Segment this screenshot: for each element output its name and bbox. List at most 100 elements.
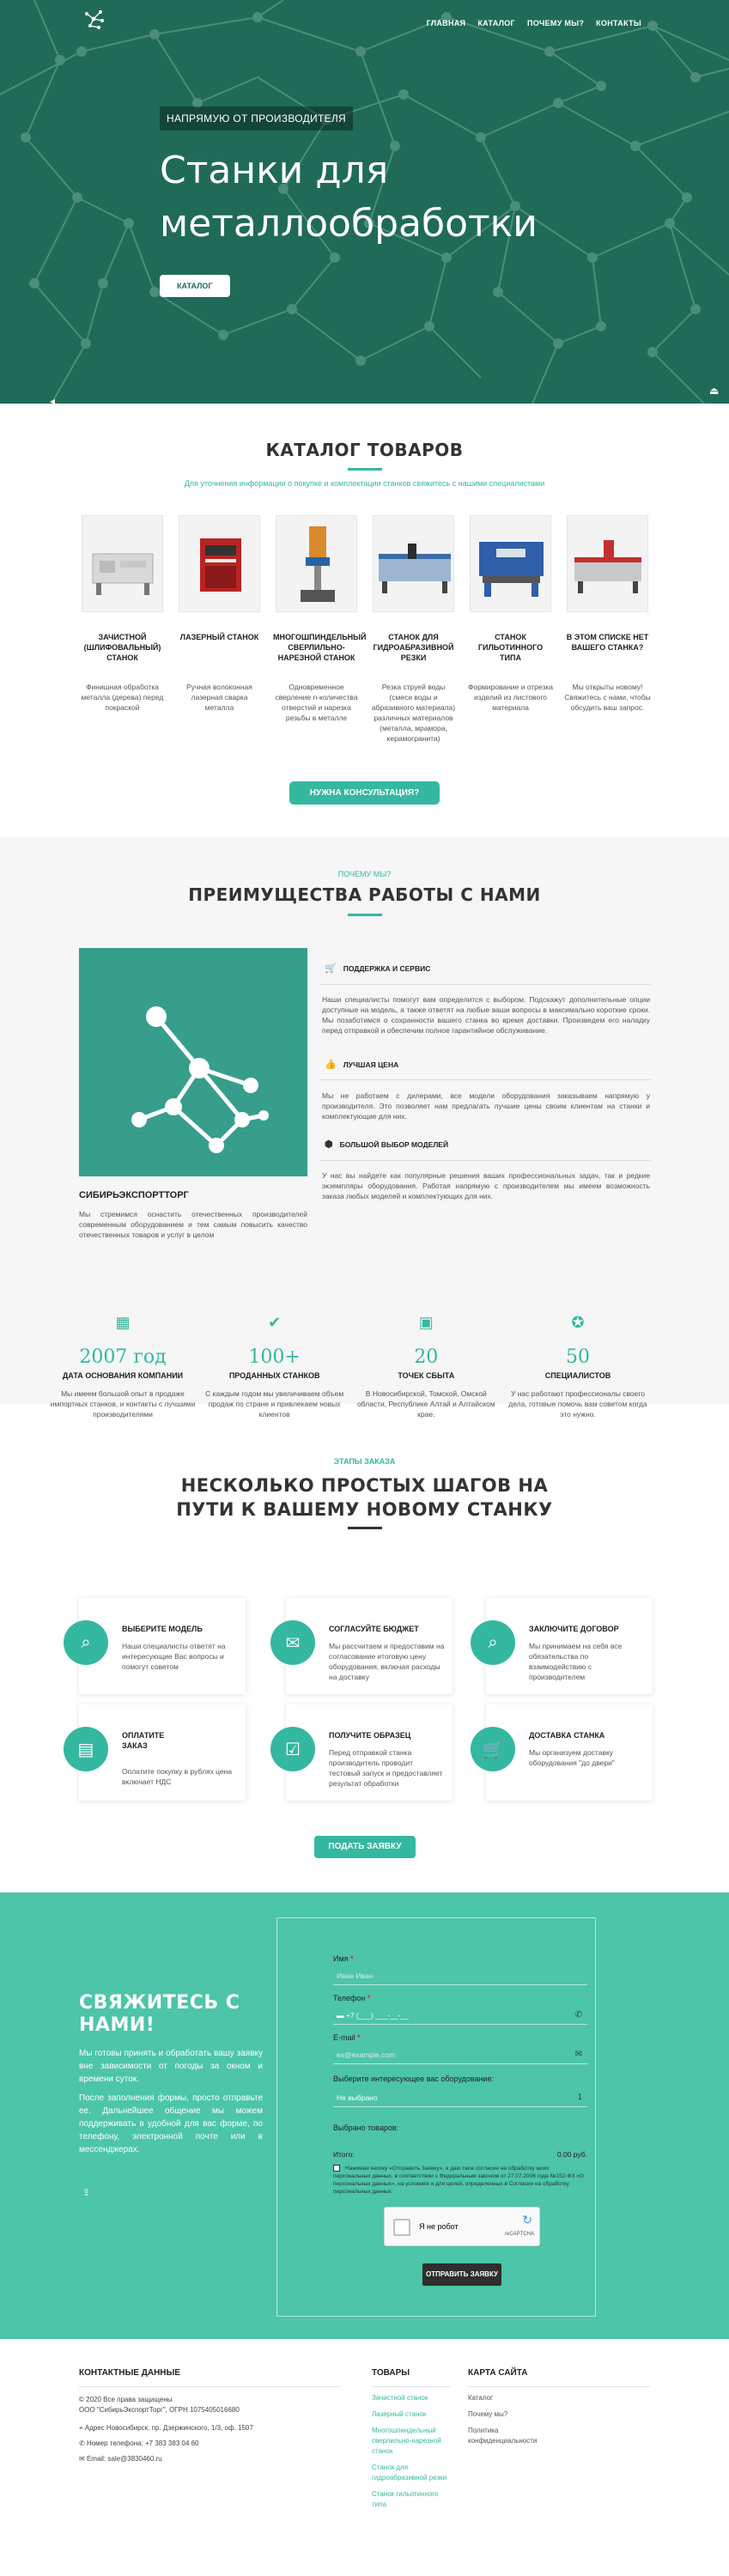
search-icon: ⌕: [64, 1620, 108, 1665]
advantage-text: У нас вы найдете как популярные решения …: [322, 1171, 650, 1200]
catalog-item[interactable]: Станок для гидроабразивной резки Резка с…: [370, 515, 457, 744]
money-icon: ▤: [64, 1727, 108, 1771]
divider: [319, 1160, 651, 1161]
chat-icon: ✉: [270, 1620, 315, 1665]
consent-checkbox[interactable]: [333, 2165, 340, 2172]
footer-sitemap-link[interactable]: Почему мы?: [468, 2409, 507, 2420]
contact-title-line1: СВЯЖИТЕСЬ С: [79, 1992, 240, 2014]
equip-qty[interactable]: 1: [577, 2093, 582, 2102]
name-input[interactable]: Иван Иван: [333, 1966, 587, 1985]
stat-number: 2007 год: [79, 1346, 167, 1368]
email-input[interactable]: ex@example.com ✉: [333, 2045, 587, 2064]
checkbox-icon: ☑: [270, 1727, 315, 1771]
step-title: СОГЛАСУЙТЕ БЮДЖЕТ: [329, 1625, 419, 1633]
product-name: Многошпиндельный сверлильно-нарезной ста…: [273, 633, 367, 662]
hero-section: ГЛАВНАЯ КАТАЛОГ ПОЧЕМУ МЫ? КОНТАКТЫ НАПР…: [0, 0, 729, 404]
stat-label: ТОЧЕК СБЫТА: [398, 1371, 455, 1380]
catalog-item[interactable]: Зачистной (шлифовальный) станок Финишная…: [79, 515, 166, 744]
russia-flag-icon[interactable]: ▬: [337, 2011, 344, 2020]
product-name: В этом списке нет вашего станка?: [566, 633, 649, 652]
advantages-title: ПРЕИМУЩЕСТВА РАБОТЫ С НАМИ: [188, 884, 541, 905]
recaptcha-icon: ↻: [522, 2213, 532, 2227]
advantage-text: Мы не работаем с дилерами, все модели об…: [322, 1091, 650, 1121]
footer-sitemap-link[interactable]: Политика конфиденциальности: [468, 2426, 541, 2446]
step-card: ☑ ПОЛУЧИТЕ ОБРАЗЕЦ Перед отправкой станк…: [270, 1704, 453, 1801]
catalog-item[interactable]: Лазерный станок Ручная волоконная лазерн…: [176, 515, 263, 744]
footer-phone-text[interactable]: Номер телефона: +7 383 383 04 60: [87, 2439, 199, 2447]
step-text: Мы принимаем на себя все обязательства п…: [529, 1642, 623, 1681]
recaptcha-checkbox[interactable]: [393, 2219, 410, 2236]
consult-button[interactable]: НУЖНА КОНСУЛЬТАЦИЯ?: [289, 781, 440, 805]
product-desc: Одновременное сверление n-количества отв…: [275, 683, 358, 722]
submit-button[interactable]: ОТПРАВИТЬ ЗАЯВКУ: [422, 2263, 501, 2286]
phone-input[interactable]: ▬ +7 (___) ___-__-__ ✆: [333, 2006, 587, 2025]
recaptcha-widget: Я не робот ↻ reCAPTCHA: [384, 2207, 540, 2246]
divider: [319, 984, 651, 985]
step-title: ЗАКЛЮЧИТЕ ДОГОВОР: [529, 1625, 619, 1633]
footer-products-title: ТОВАРЫ: [372, 2368, 410, 2378]
footer-product-link[interactable]: Зачистной станок: [372, 2393, 453, 2403]
footer-sitemap-title: КАРТА САЙТА: [468, 2368, 528, 2378]
catalog-item[interactable]: Станок гильотинного типа Формирование и …: [467, 515, 554, 744]
award-icon: ✪: [571, 1314, 585, 1331]
product-desc: Резка струей воды (смеси воды и абразивн…: [371, 683, 456, 743]
apply-button[interactable]: ПОДАТЬ ЗАЯВКУ: [314, 1836, 416, 1858]
step-text: Наши специалисты ответят на интересующие…: [122, 1642, 226, 1671]
hero-title-line2: металлообработки: [160, 202, 538, 246]
equip-select[interactable]: Не выбрано 1: [333, 2088, 587, 2107]
advantage-title: 👍 ЛУЧШАЯ ЦЕНА: [325, 1059, 398, 1070]
step-text: Мы рассчитаем и предоставим на согласова…: [329, 1642, 445, 1681]
footer-product-link[interactable]: Станок гильотинного типа: [372, 2489, 453, 2510]
total-row: Итого: 0.00 руб.: [333, 2150, 587, 2159]
molecule-icon: [131, 1006, 269, 1153]
product-image-drill[interactable]: [276, 515, 357, 612]
footer-email-text[interactable]: Email: sale@3830460.ru: [87, 2455, 162, 2463]
catalog-item[interactable]: Многошпиндельный сверлильно-нарезной ста…: [273, 515, 367, 744]
scroll-left-icon[interactable]: ◂: [50, 395, 55, 404]
product-image-waterjet[interactable]: [373, 515, 454, 612]
catalog-button[interactable]: КАТАЛОГ: [160, 275, 230, 297]
share-icon[interactable]: ⇪: [82, 2187, 90, 2198]
catalog-item[interactable]: В этом списке нет вашего станка? Мы откр…: [564, 515, 651, 744]
email-label-text: E-mail: [333, 2033, 355, 2042]
phone-icon: ✆: [79, 2439, 85, 2447]
footer-product-link[interactable]: Многошпиндельный сверлильно-нарезной ста…: [372, 2426, 453, 2457]
footer-product-link[interactable]: Лазерный станок: [372, 2409, 453, 2420]
product-image-laser[interactable]: [179, 515, 260, 612]
nav-home[interactable]: ГЛАВНАЯ: [427, 19, 466, 27]
steps-title-line1: НЕСКОЛЬКО ПРОСТЫХ ШАГОВ НА: [180, 1475, 549, 1496]
advantage-title-text: ПОДДЕРЖКА И СЕРВИС: [343, 963, 431, 973]
footer-product-link[interactable]: Станок для гидроабразивной резки: [372, 2463, 453, 2483]
contact-title-line2: НАМИ!: [79, 2014, 155, 2036]
product-name: Лазерный станок: [179, 633, 259, 641]
product-image-guillotine[interactable]: [470, 515, 551, 612]
product-desc: Финишная обработка металла (дерева) пере…: [81, 683, 164, 712]
nav-contacts[interactable]: КОНТАКТЫ: [596, 19, 641, 27]
stat-desc: Мы имеем большой опыт в продаже импортны…: [50, 1389, 196, 1419]
catalog-subtitle: Для уточнения информации о покупке и ком…: [184, 479, 545, 488]
product-desc: Мы открыты новому! Свяжитесь с нами, что…: [564, 683, 651, 712]
stat-item: ✪ 50 СПЕЦИАЛИСТОВ У нас работают професс…: [505, 1314, 651, 1419]
product-image-grinder[interactable]: [82, 515, 163, 612]
logo-icon[interactable]: [82, 7, 107, 33]
stat-number: 100+: [248, 1346, 301, 1368]
stat-number: 50: [565, 1346, 590, 1368]
nav-catalog[interactable]: КАТАЛОГ: [477, 19, 515, 27]
lock-icon[interactable]: ⏏: [709, 385, 719, 397]
consent-text: Нажимая кнопку «Отправить Заявку», я даю…: [333, 2166, 584, 2195]
step-card: 🛒 ДОСТАВКА СТАНКА Мы организуем доставку…: [471, 1704, 653, 1801]
product-image-other[interactable]: [567, 515, 648, 612]
check-icon: ✔: [268, 1314, 282, 1331]
search-icon: ⌕: [471, 1620, 515, 1665]
name-placeholder: Иван Иван: [337, 1971, 374, 1980]
footer-sitemap-link[interactable]: Каталог: [468, 2393, 493, 2403]
advantage-title: ⬢ БОЛЬШОЙ ВЫБОР МОДЕЛЕЙ: [325, 1139, 448, 1150]
product-name: Станок гильотинного типа: [477, 633, 544, 662]
thumbs-up-icon: 👍: [325, 1060, 337, 1070]
nav-why-us[interactable]: ПОЧЕМУ МЫ?: [527, 19, 584, 27]
title-underline: [348, 468, 382, 471]
chosen-label: Выбрано товаров:: [333, 2123, 399, 2132]
advantage-title: 🛒 ПОДДЕРЖКА И СЕРВИС: [325, 963, 430, 974]
title-underline: [348, 1527, 382, 1529]
name-label-text: Имя: [333, 1954, 349, 1963]
